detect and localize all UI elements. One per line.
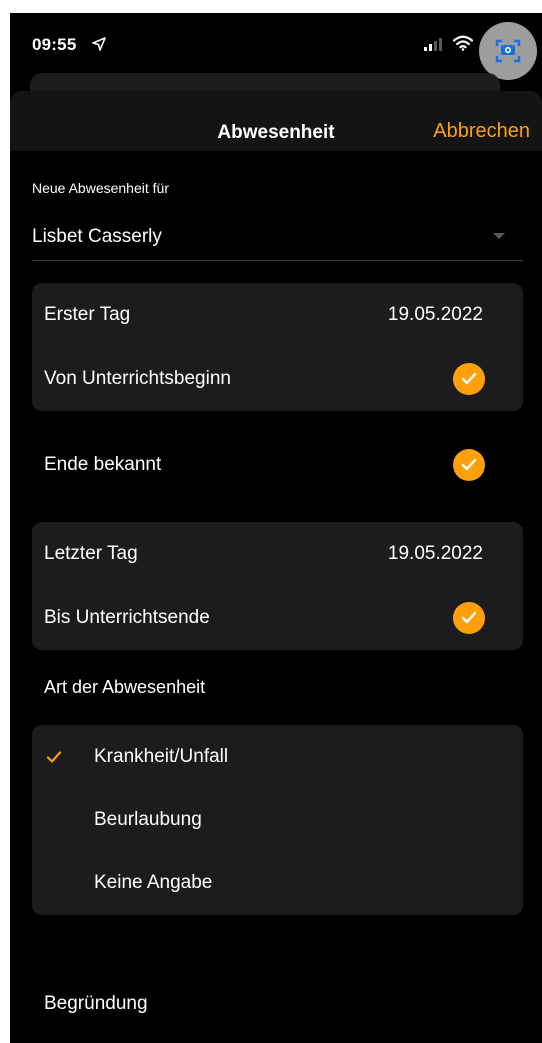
screen-record-button[interactable] <box>479 22 537 80</box>
until-end-label: Bis Unterrichtsende <box>44 607 210 628</box>
navigation-bar: Abwesenheit Abbrechen <box>10 91 542 151</box>
until-end-checkbox[interactable] <box>453 602 485 634</box>
absence-type-group: Krankheit/Unfall Beurlaubung Keine Angab… <box>32 725 523 915</box>
first-day-row[interactable]: Erster Tag 19.05.2022 <box>32 283 523 347</box>
selected-check-icon <box>46 751 62 763</box>
status-time: 09:55 <box>32 35 77 54</box>
last-day-row[interactable]: Letzter Tag 19.05.2022 <box>32 522 523 586</box>
person-name: Lisbet Casserly <box>32 226 162 247</box>
absence-type-option[interactable]: Krankheit/Unfall <box>32 725 523 789</box>
first-day-label: Erster Tag <box>44 304 131 325</box>
person-select[interactable]: Lisbet Casserly <box>32 218 523 261</box>
first-day-group: Erster Tag 19.05.2022 Von Unterrichtsbeg… <box>32 283 523 411</box>
screen-record-icon <box>495 39 521 63</box>
end-known-label: Ende bekannt <box>44 454 162 475</box>
wifi-icon <box>453 35 473 51</box>
checkmark-icon <box>461 611 477 624</box>
absence-type-label: Krankheit/Unfall <box>94 746 229 767</box>
cancel-button[interactable]: Abbrechen <box>433 119 530 143</box>
location-arrow-icon <box>92 37 106 51</box>
dropdown-arrow-icon <box>493 233 505 239</box>
first-day-value: 19.05.2022 <box>387 304 483 325</box>
end-known-checkbox[interactable] <box>453 449 485 481</box>
until-end-row: Bis Unterrichtsende <box>32 586 523 650</box>
signal-bars-icon <box>424 38 442 51</box>
absence-type-label: Beurlaubung <box>94 809 202 830</box>
absence-type-option[interactable]: Beurlaubung <box>32 788 523 852</box>
reason-label: Begründung <box>44 993 148 1014</box>
absence-type-label: Keine Angabe <box>94 872 213 893</box>
absence-type-heading: Art der Abwesenheit <box>44 677 206 697</box>
person-caption: Neue Abwesenheit für <box>32 180 169 196</box>
from-start-checkbox[interactable] <box>453 363 485 395</box>
last-day-label: Letzter Tag <box>44 543 138 564</box>
status-bar: 09:55 <box>10 13 542 80</box>
checkmark-icon <box>461 372 477 385</box>
last-day-group: Letzter Tag 19.05.2022 Bis Unterrichtsen… <box>32 522 523 650</box>
last-day-value: 19.05.2022 <box>387 543 483 564</box>
absence-type-option[interactable]: Keine Angabe <box>32 851 523 915</box>
app-screen: 09:55 Abwesenheit Abbrechen Neue Abwesen… <box>10 13 542 1043</box>
from-start-row: Von Unterrichtsbeginn <box>32 347 523 411</box>
from-start-label: Von Unterrichtsbeginn <box>44 368 231 389</box>
end-known-row: Ende bekannt <box>32 433 523 497</box>
checkmark-icon <box>461 458 477 471</box>
